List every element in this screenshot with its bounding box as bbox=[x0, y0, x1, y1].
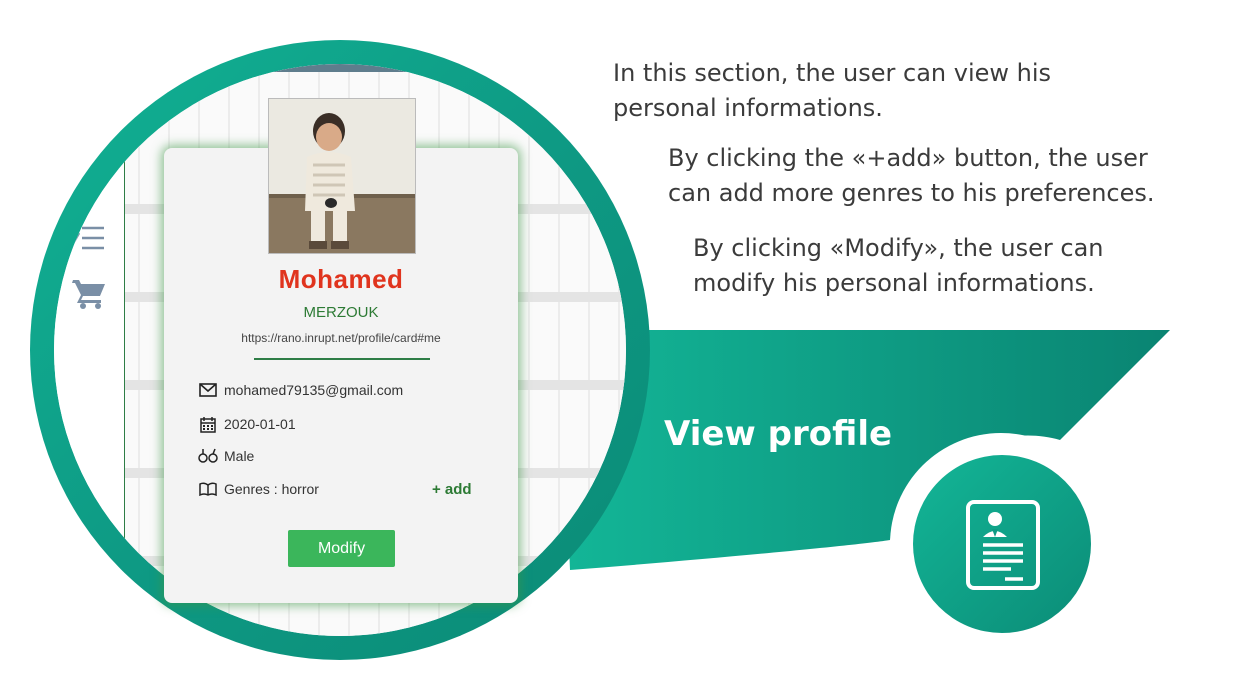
modify-button[interactable]: Modify bbox=[288, 530, 395, 567]
gender-value: Male bbox=[224, 448, 255, 464]
icon-circle bbox=[913, 455, 1091, 633]
description-line: In this section, the user can view his bbox=[613, 59, 1052, 87]
genres-row: Genres : horror bbox=[198, 479, 319, 499]
description-line: modify his personal informations. bbox=[693, 269, 1095, 297]
gender-row: Male bbox=[198, 446, 254, 466]
description-line: can add more genres to his preferences. bbox=[668, 179, 1155, 207]
description-line: By clicking the «+add» button, the user bbox=[668, 144, 1148, 172]
description-add: By clicking the «+add» button, the user … bbox=[668, 141, 1155, 211]
profile-first-name: Mohamed bbox=[278, 264, 404, 294]
add-genre-button[interactable]: + add bbox=[432, 481, 472, 498]
genres-value: Genres : horror bbox=[224, 481, 319, 497]
calendar-icon bbox=[198, 415, 218, 433]
gender-icon bbox=[198, 447, 218, 465]
list-icon[interactable] bbox=[72, 224, 106, 252]
birthdate-row: 2020-01-01 bbox=[198, 414, 296, 434]
description-line: By clicking «Modify», the user can bbox=[693, 234, 1104, 262]
description-view: In this section, the user can view his p… bbox=[613, 56, 1051, 126]
shopping-cart-icon[interactable] bbox=[72, 278, 106, 310]
email-value: mohamed79135@gmail.com bbox=[224, 382, 404, 398]
profile-last-name: MERZOUK bbox=[303, 304, 379, 321]
profile-webid: https://rano.inrupt.net/profile/card#me bbox=[241, 331, 441, 345]
book-icon bbox=[198, 480, 218, 498]
profile-document-icon bbox=[966, 500, 1040, 590]
envelope-icon bbox=[198, 381, 218, 399]
ribbon-title: View profile bbox=[664, 414, 893, 454]
app-sidebar bbox=[54, 64, 125, 636]
birthdate-value: 2020-01-01 bbox=[224, 416, 296, 432]
email-row: mohamed79135@gmail.com bbox=[198, 380, 403, 400]
description-line: personal informations. bbox=[613, 94, 883, 122]
card-divider bbox=[254, 358, 430, 360]
app-header-bar bbox=[124, 64, 626, 72]
profile-photo bbox=[268, 98, 416, 254]
description-modify: By clicking «Modify», the user can modif… bbox=[693, 231, 1104, 301]
